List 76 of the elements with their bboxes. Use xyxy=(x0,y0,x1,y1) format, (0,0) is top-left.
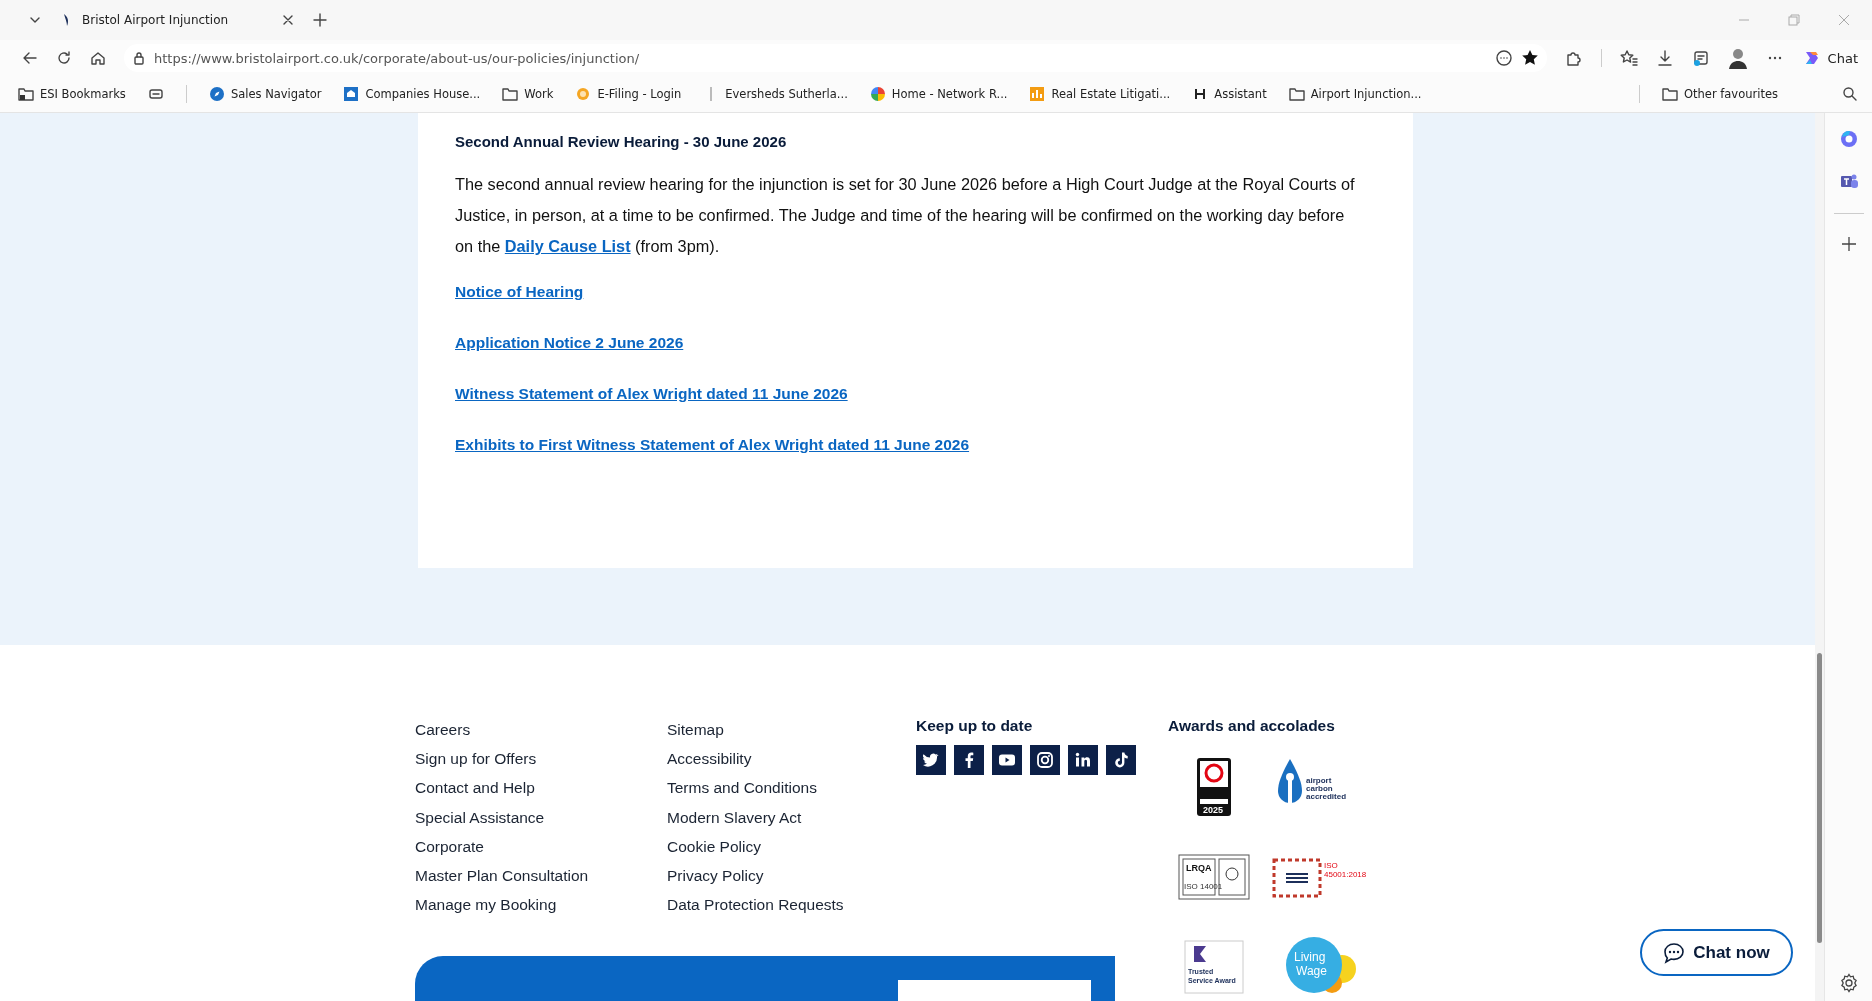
settings-icon[interactable] xyxy=(1838,973,1859,993)
folder-lock-icon[interactable] xyxy=(18,86,34,102)
footer-link[interactable]: Sign up for Offers xyxy=(415,744,537,774)
home-icon[interactable] xyxy=(90,50,106,66)
bookmark-link[interactable]: Assistant xyxy=(1214,87,1267,101)
footer-link[interactable]: Special Assistance xyxy=(415,802,545,832)
facebook-icon[interactable] xyxy=(954,745,984,775)
bookmark-link[interactable]: Companies House... xyxy=(365,87,481,101)
document-link[interactable]: Exhibits to First Witness Statement of Alex Wright dated 11 June 2026 xyxy=(455,436,970,454)
footer-link[interactable]: Cookie Policy xyxy=(667,831,761,861)
url-text: https://www.bristolairport.co.uk/corporate/about-us/our-policies/injunction/ xyxy=(154,50,640,66)
document-link[interactable]: Witness Statement of Alex Wright dated 11 June 2026 xyxy=(455,385,848,403)
lrqa-certified-badge: LRQA ISO 14001 xyxy=(1178,854,1250,900)
footer-link[interactable]: Data Protection Requests xyxy=(667,890,844,920)
new-tab-plus-icon[interactable] xyxy=(312,12,328,28)
footer-link[interactable]: Terms and Conditions xyxy=(667,773,817,803)
folder-icon[interactable] xyxy=(1661,86,1678,102)
footer-heading: Awards and accolades xyxy=(1168,717,1336,735)
star-icon[interactable] xyxy=(1520,49,1539,67)
compass-icon[interactable] xyxy=(208,86,225,102)
plus-icon[interactable] xyxy=(1840,236,1857,252)
footer-link[interactable]: Corporate xyxy=(415,831,484,861)
device-icon[interactable] xyxy=(147,86,164,102)
favorites-star-icon[interactable] xyxy=(1619,49,1638,67)
more-circle-icon[interactable] xyxy=(1494,49,1513,67)
footer-link[interactable]: Manage my Booking xyxy=(415,890,557,920)
search-icon[interactable] xyxy=(1842,86,1858,102)
bookmark-link[interactable]: ESI Bookmarks xyxy=(40,87,126,101)
collections-icon[interactable] xyxy=(1691,49,1710,67)
crest-icon[interactable] xyxy=(343,86,360,102)
bookmark-link[interactable]: Other favourites xyxy=(1683,87,1778,101)
footer-link[interactable]: Privacy Policy xyxy=(667,861,764,891)
back-arrow-icon[interactable] xyxy=(22,50,38,66)
daily-cause-list-link[interactable]: Daily Cause List xyxy=(504,237,631,255)
instagram-icon[interactable] xyxy=(1030,745,1060,775)
browser-tab[interactable]: Bristol Airport Injunction xyxy=(52,4,302,36)
bookmark-link[interactable]: Airport Injunction... xyxy=(1310,87,1422,101)
footer-link[interactable]: Careers xyxy=(415,715,471,745)
twitter-icon[interactable] xyxy=(916,745,946,775)
bookmark-link[interactable]: Sales Navigator xyxy=(230,87,322,101)
footer-link[interactable]: Master Plan Consultation xyxy=(415,861,589,891)
section-heading: Second Annual Review Hearing - 30 June 2026 xyxy=(455,133,788,150)
close-icon[interactable] xyxy=(282,14,294,26)
footer-heading: Keep up to date xyxy=(916,717,1034,735)
youtube-icon[interactable] xyxy=(992,745,1022,775)
puzzle-icon[interactable] xyxy=(1564,49,1583,67)
bookmark-link[interactable]: Real Estate Litigati... xyxy=(1051,87,1171,101)
chat-now-button[interactable]: Chat now xyxy=(1640,929,1793,976)
copilot-chat-button[interactable]: Chat xyxy=(1801,48,1858,68)
best-companies-badge: 2025 xyxy=(1196,757,1232,817)
safety-council-badge: ISO 45001:2018 xyxy=(1272,854,1372,900)
footer-link[interactable]: Contact and Help xyxy=(415,773,535,803)
profile-avatar-icon[interactable] xyxy=(1727,47,1748,69)
carbon-accredited-logo: airport carbon accredited xyxy=(1276,757,1368,817)
lock-icon xyxy=(132,51,146,65)
folder-icon[interactable] xyxy=(502,86,519,102)
footer-link[interactable]: Accessibility xyxy=(667,744,752,774)
download-icon[interactable] xyxy=(1655,49,1674,67)
document-link[interactable]: Application Notice 2 June 2026 xyxy=(455,334,684,352)
footer-link[interactable]: Modern Slavery Act xyxy=(667,802,802,832)
refresh-icon[interactable] xyxy=(56,50,72,66)
linkedin-icon[interactable] xyxy=(1068,745,1098,775)
hearing-paragraph: The second annual review hearing for the injunction is set for 30 June 2026 before a High Court Judge at the Royal Courts of Justice, in person, at a time to be confirmed. The Judge and time of the hearing will be confirmed on the working day before on the Daily Cause List (from 3pm). xyxy=(455,174,1355,257)
copilot-logo-icon[interactable] xyxy=(1838,129,1859,149)
bookmark-link[interactable]: Work xyxy=(524,87,554,101)
speech-bubble-icon xyxy=(1663,941,1686,964)
bookmark-link[interactable]: E-Filing - Login xyxy=(597,87,682,101)
footer-link[interactable]: Sitemap xyxy=(667,715,724,745)
folder-icon[interactable] xyxy=(1288,86,1305,102)
address-bar[interactable]: https://www.bristolairport.co.uk/corporate/about-us/our-policies/injunction/ xyxy=(124,44,1547,72)
tab-title: Bristol Airport Injunction xyxy=(82,13,230,27)
bookmark-link[interactable]: Home - Network R... xyxy=(891,87,1008,101)
pinwheel-icon[interactable] xyxy=(869,86,886,102)
tiktok-icon[interactable] xyxy=(1106,745,1136,775)
document-link[interactable]: Notice of Hearing xyxy=(455,283,584,301)
bookmark-link[interactable]: Eversheds Sutherla... xyxy=(725,87,848,101)
